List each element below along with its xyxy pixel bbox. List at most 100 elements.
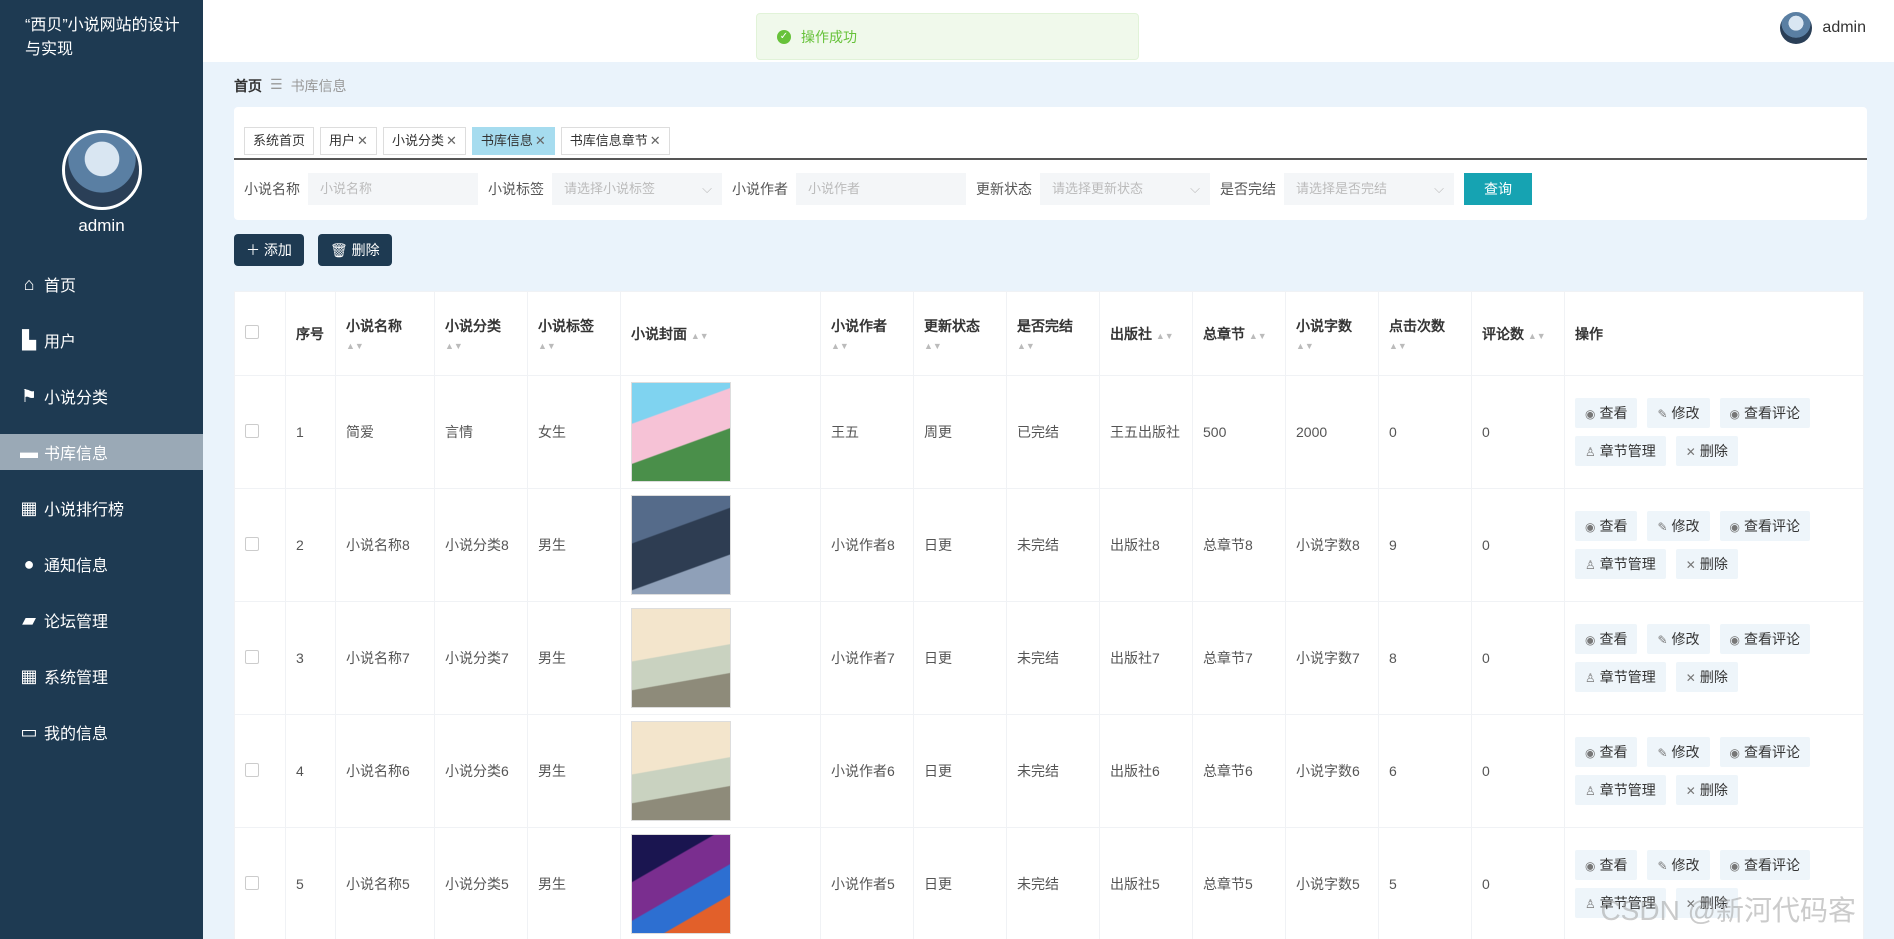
tab-bar: 系统首页 用户 ✕ 小说分类 ✕ 书库信息 ✕ 书库信息章节 ✕ — [244, 127, 670, 155]
sidebar-item-library[interactable]: ▬ 书库信息 — [0, 434, 203, 470]
chapters-label: 章节管理 — [1599, 443, 1656, 459]
view-button[interactable]: ◉ 查看 — [1575, 737, 1638, 767]
close-icon[interactable]: ✕ — [535, 133, 546, 148]
row-delete-button[interactable]: ✕ 删除 — [1675, 436, 1738, 466]
col-header[interactable]: 是否完结 ▲▼ — [1006, 291, 1100, 376]
col-header[interactable]: 小说字数 ▲▼ — [1285, 291, 1379, 376]
sort-icon[interactable]: ▲▼ — [831, 341, 849, 351]
delete-button[interactable]: 🗑 删除 — [318, 234, 392, 266]
sidebar-item-profile[interactable]: ▭ 我的信息 — [0, 704, 203, 760]
sort-icon[interactable]: ▲▼ — [346, 341, 364, 351]
sidebar-item-notice[interactable]: ● 通知信息 — [0, 536, 203, 592]
sidebar-item-home[interactable]: ⌂ 首页 — [0, 256, 203, 312]
sort-icon[interactable]: ▲▼ — [1017, 341, 1035, 351]
author-input[interactable]: 小说作者 — [796, 173, 966, 205]
eye-icon: ◉ — [1729, 520, 1741, 534]
close-icon[interactable]: ✕ — [650, 133, 661, 148]
col-header[interactable]: 小说名称 ▲▼ — [335, 291, 435, 376]
row-checkbox[interactable] — [245, 875, 259, 890]
add-button[interactable]: ＋ 添加 — [234, 234, 304, 266]
cell-author: 小说作者6 — [820, 714, 914, 828]
tag-select[interactable]: 请选择小说标签 ⌵ — [552, 173, 722, 205]
tab-library[interactable]: 书库信息 ✕ — [471, 127, 555, 155]
sidebar-item-category[interactable]: ⚑ 小说分类 — [0, 368, 203, 424]
ops-cell: ◉ 查看 ✎ 修改 ◉ 查看评论 ♙ 章节管理 ✕ 删除 — [1564, 601, 1864, 715]
user-menu[interactable]: admin — [1780, 12, 1866, 44]
sort-icon[interactable]: ▲▼ — [1156, 331, 1174, 341]
row-checkbox[interactable] — [245, 762, 259, 777]
tag-placeholder: 请选择小说标签 — [564, 181, 656, 196]
cell-words: 小说字数7 — [1285, 601, 1379, 715]
avatar — [61, 130, 142, 210]
col-header-label: 评论数 — [1482, 325, 1524, 342]
sort-icon[interactable]: ▲▼ — [1389, 341, 1407, 351]
view-button[interactable]: ◉ 查看 — [1575, 624, 1638, 654]
sort-icon[interactable]: ▲▼ — [1296, 341, 1314, 351]
edit-button[interactable]: ✎ 修改 — [1647, 624, 1710, 654]
close-icon[interactable]: ✕ — [357, 133, 368, 148]
view-button[interactable]: ◉ 查看 — [1575, 850, 1638, 880]
col-header[interactable]: 点击次数 ▲▼ — [1378, 291, 1472, 376]
view-button[interactable]: ◉ 查看 — [1575, 398, 1638, 428]
tab-user[interactable]: 用户 ✕ — [320, 127, 377, 155]
sidebar-item-ranking[interactable]: ▦ 小说排行榜 — [0, 480, 203, 536]
chapter-manage-button[interactable]: ♙ 章节管理 — [1575, 436, 1666, 466]
select-all-checkbox[interactable] — [245, 325, 259, 339]
table-row: 1 简爱 言情 女生 王五 周更 已完结 王五出版社 500 2000 0 0 ◉ 查看 ✎ 修改 ◉ 查看评论 ♙… — [234, 375, 1864, 489]
tab-library-chapter[interactable]: 书库信息章节 ✕ — [560, 127, 670, 155]
edit-button[interactable]: ✎ 修改 — [1647, 737, 1710, 767]
col-header-label: 点击次数 — [1389, 317, 1445, 334]
col-header[interactable]: 出版社 ▲▼ — [1099, 291, 1193, 376]
finished-select[interactable]: 请选择是否完结 ⌵ — [1284, 173, 1454, 205]
col-header[interactable]: 小说标签 ▲▼ — [527, 291, 621, 376]
view-comments-button[interactable]: ◉ 查看评论 — [1719, 850, 1811, 880]
breadcrumb-home[interactable]: 首页 — [234, 76, 262, 96]
sort-icon[interactable]: ▲▼ — [1528, 331, 1546, 341]
sort-icon[interactable]: ▲▼ — [445, 341, 463, 351]
col-header[interactable]: 更新状态 ▲▼ — [913, 291, 1007, 376]
home-icon: ⌂ — [23, 273, 35, 294]
sort-icon[interactable]: ▲▼ — [924, 341, 942, 351]
add-label: 添加 — [263, 242, 292, 258]
row-checkbox[interactable] — [245, 649, 259, 664]
view-comments-button[interactable]: ◉ 查看评论 — [1719, 624, 1811, 654]
eye-icon: ◉ — [1729, 746, 1741, 760]
col-header[interactable]: 小说分类 ▲▼ — [434, 291, 528, 376]
sidebar-item-system[interactable]: ▦ 系统管理 — [0, 648, 203, 704]
edit-button[interactable]: ✎ 修改 — [1647, 850, 1710, 880]
row-checkbox[interactable] — [245, 423, 259, 438]
col-header[interactable]: 小说作者 ▲▼ — [820, 291, 914, 376]
cell-chapters: 总章节5 — [1192, 827, 1286, 939]
status-select[interactable]: 请选择更新状态 ⌵ — [1040, 173, 1210, 205]
cell-comments: 0 — [1471, 601, 1565, 715]
chapter-manage-button[interactable]: ♙ 章节管理 — [1575, 662, 1666, 692]
row-actions: ◉ 查看 ✎ 修改 ◉ 查看评论 ♙ 章节管理 ✕ 删除 — [1575, 394, 1864, 470]
edit-button[interactable]: ✎ 修改 — [1647, 511, 1710, 541]
name-input[interactable]: 小说名称 — [308, 173, 478, 205]
close-icon[interactable]: ✕ — [446, 133, 457, 148]
row-delete-button[interactable]: ✕ 删除 — [1675, 549, 1738, 579]
view-comments-button[interactable]: ◉ 查看评论 — [1719, 737, 1811, 767]
chapter-manage-button[interactable]: ♙ 章节管理 — [1575, 775, 1666, 805]
view-comments-button[interactable]: ◉ 查看评论 — [1719, 511, 1811, 541]
col-header[interactable]: 评论数 ▲▼ — [1471, 291, 1565, 376]
chapter-manage-button[interactable]: ♙ 章节管理 — [1575, 549, 1666, 579]
edit-button[interactable]: ✎ 修改 — [1647, 398, 1710, 428]
sidebar-item-label: 用户 — [44, 334, 77, 351]
row-checkbox[interactable] — [245, 536, 259, 551]
tab-system-home[interactable]: 系统首页 — [244, 127, 315, 155]
row-select-cell — [234, 827, 286, 939]
col-header[interactable]: 总章节 ▲▼ — [1192, 291, 1286, 376]
view-comments-button[interactable]: ◉ 查看评论 — [1719, 398, 1811, 428]
tab-category[interactable]: 小说分类 ✕ — [382, 127, 466, 155]
view-button[interactable]: ◉ 查看 — [1575, 511, 1638, 541]
row-delete-button[interactable]: ✕ 删除 — [1675, 662, 1738, 692]
sort-icon[interactable]: ▲▼ — [538, 341, 556, 351]
sort-icon[interactable]: ▲▼ — [691, 331, 709, 341]
col-header[interactable]: 小说封面 ▲▼ — [620, 291, 821, 376]
sidebar-item-forum[interactable]: ▰ 论坛管理 — [0, 592, 203, 648]
sidebar-item-user[interactable]: ▙ 用户 — [0, 312, 203, 368]
row-delete-button[interactable]: ✕ 删除 — [1675, 775, 1738, 805]
query-button[interactable]: 查询 — [1464, 173, 1532, 205]
sort-icon[interactable]: ▲▼ — [1249, 331, 1267, 341]
